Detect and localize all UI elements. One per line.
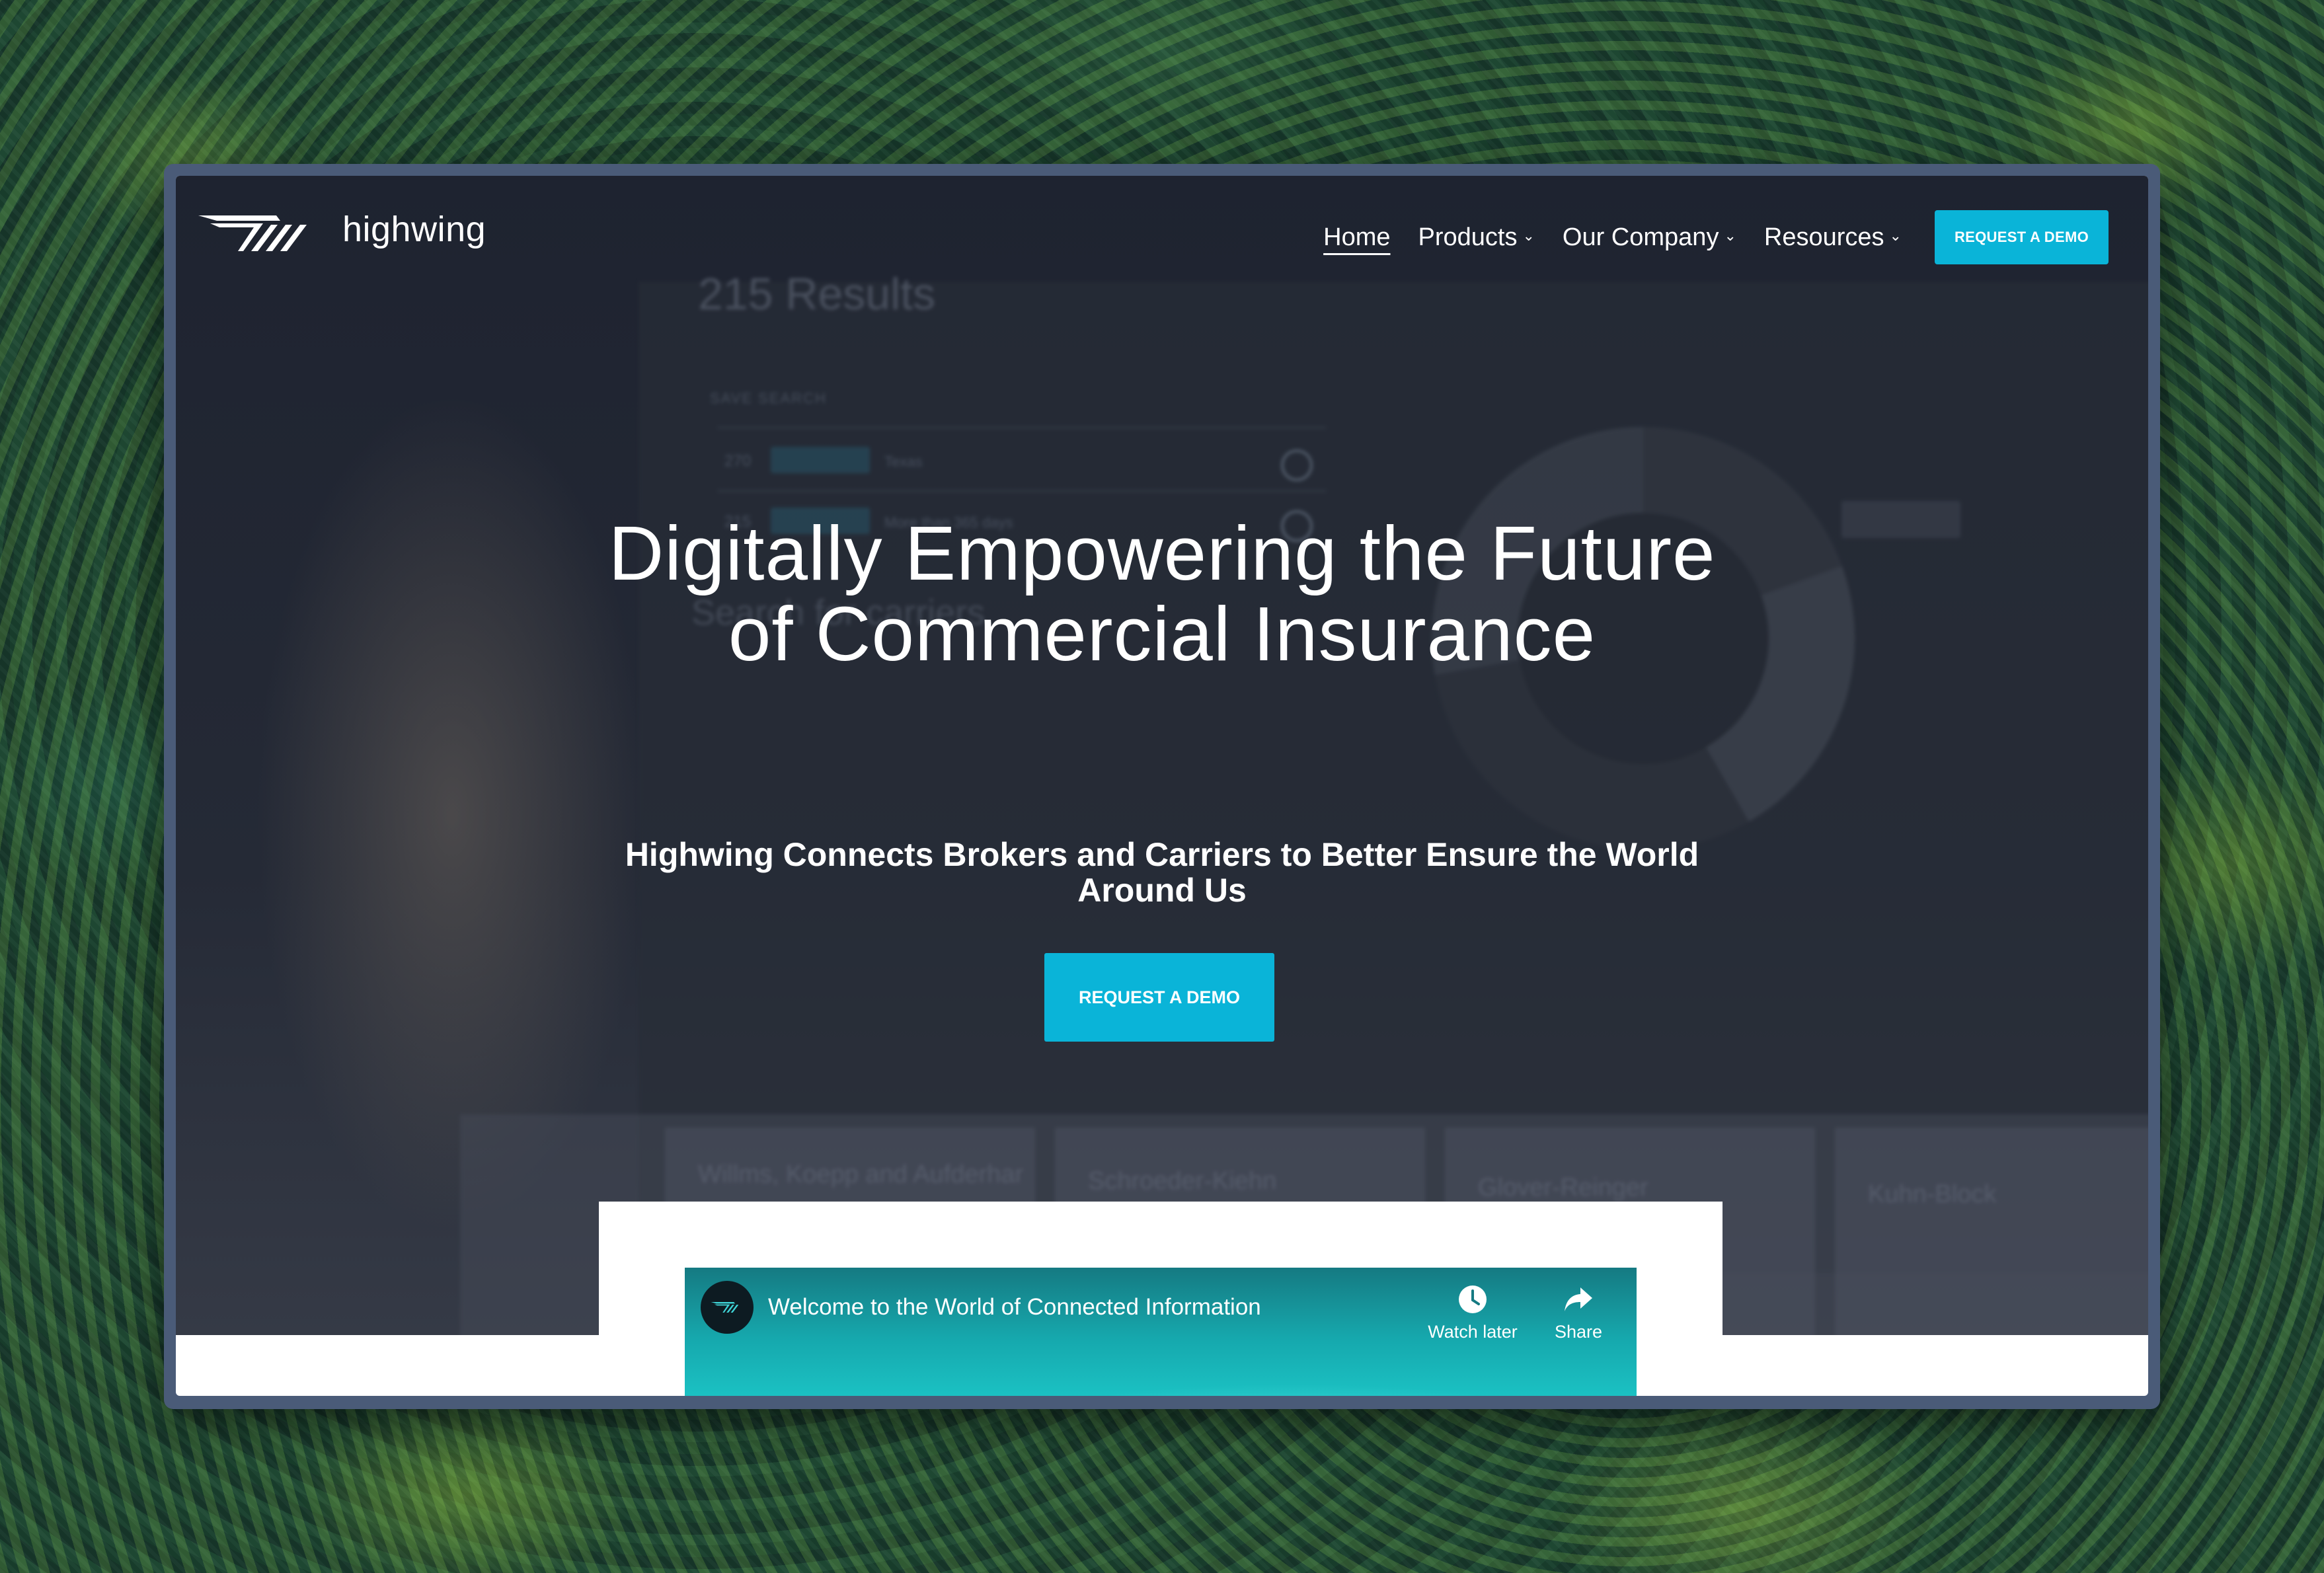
bg-card-title: Willms, Koepp and Aufderhar [698, 1161, 1024, 1188]
watch-later-label: Watch later [1428, 1322, 1518, 1342]
hero-headline: Digitally Empowering the Future of Comme… [608, 510, 1716, 677]
nav-item-products[interactable]: Products ⌄ [1418, 223, 1535, 252]
bg-card [1835, 1128, 2148, 1335]
nav-item-our-company[interactable]: Our Company ⌄ [1563, 223, 1736, 252]
nav-item-home[interactable]: Home [1323, 223, 1390, 252]
share-label: Share [1554, 1322, 1603, 1342]
nav-item-resources[interactable]: Resources ⌄ [1764, 223, 1902, 252]
share-icon [1529, 1281, 1628, 1318]
bg-row-divider [718, 427, 1326, 428]
hero-background-image: 215 Results SAVE SEARCH 270 Texas 215 Mo… [176, 176, 2148, 1335]
video-title[interactable]: Welcome to the World of Connected Inform… [768, 1294, 1261, 1321]
nav-item-label: Resources [1763, 223, 1884, 251]
hero-section: 215 Results SAVE SEARCH 270 Texas 215 Mo… [176, 176, 2148, 1335]
brand-name: highwing [342, 210, 486, 249]
chevron-down-icon: ⌄ [1724, 227, 1736, 244]
bg-badge [1841, 501, 1960, 538]
video-container: Welcome to the World of Connected Inform… [599, 1202, 1723, 1396]
bg-row-count: 270 [724, 452, 752, 470]
chevron-down-icon: ⌄ [1889, 227, 1902, 244]
nav-item-label: Products [1418, 223, 1518, 251]
video-player[interactable]: Welcome to the World of Connected Inform… [685, 1268, 1637, 1396]
highwing-wing-icon [711, 1302, 739, 1313]
nav-item-label: Our Company [1562, 223, 1719, 251]
hero-request-demo-button[interactable]: REQUEST A DEMO [1044, 953, 1274, 1042]
nav-menu: Home Products ⌄ Our Company ⌄ Resources … [1296, 210, 2109, 264]
bg-card-title: Kuhn-Block [1868, 1180, 1997, 1208]
hero-subheadline: Highwing Connects Brokers and Carriers t… [625, 836, 1699, 909]
chevron-down-icon: ⌄ [1522, 227, 1535, 244]
bg-card-title: Glover-Reinger [1478, 1174, 1648, 1202]
channel-avatar[interactable] [701, 1281, 754, 1334]
nav-request-demo-button[interactable]: REQUEST A DEMO [1934, 210, 2109, 264]
bg-row-text: Texas [884, 453, 923, 470]
bg-save-search: SAVE SEARCH [710, 390, 827, 406]
bg-row-divider [718, 490, 1326, 492]
highwing-wing-icon [198, 215, 307, 251]
bg-chip [771, 447, 870, 473]
watch-later-button[interactable]: Watch later [1423, 1281, 1522, 1342]
bg-card-title: Schroeder-Kiehn [1088, 1167, 1277, 1195]
browser-frame: 215 Results SAVE SEARCH 270 Texas 215 Mo… [164, 164, 2160, 1409]
nav-item-label: Home [1323, 223, 1391, 251]
clock-icon [1423, 1281, 1522, 1318]
brand-logo[interactable]: highwing [197, 208, 486, 260]
share-button[interactable]: Share [1529, 1281, 1628, 1342]
bg-remove-icon [1281, 449, 1313, 481]
webpage-screen: 215 Results SAVE SEARCH 270 Texas 215 Mo… [176, 176, 2148, 1396]
top-navigation: highwing Home Products ⌄ Our Company ⌄ R… [176, 176, 2148, 288]
